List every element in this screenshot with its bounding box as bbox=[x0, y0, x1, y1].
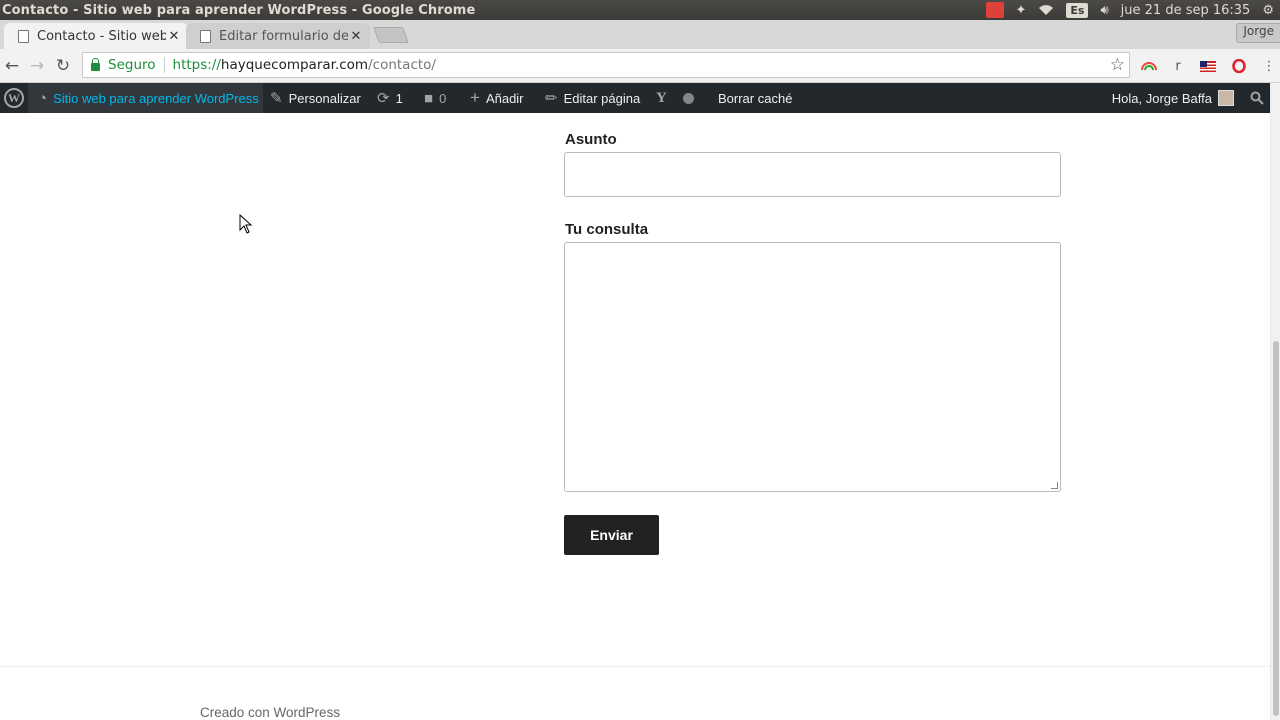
reload-icon[interactable]: ↻ bbox=[52, 55, 74, 77]
greeting: Hola, Jorge Baffa bbox=[1111, 90, 1212, 106]
tab-title: Editar formulario de contacto bbox=[219, 28, 348, 44]
wp-admin-bar: W ◔ Sitio web para aprender WordPress ✎ … bbox=[0, 83, 1270, 113]
security-label[interactable]: Seguro bbox=[108, 57, 156, 73]
message-textarea[interactable] bbox=[564, 242, 1061, 492]
forward-arrow-icon[interactable]: → bbox=[26, 55, 48, 77]
edit-page-link[interactable]: ✏ Editar página bbox=[545, 83, 640, 113]
site-name-link[interactable]: ◔ Sitio web para aprender WordPress bbox=[28, 83, 263, 113]
resize-handle-icon[interactable] bbox=[1051, 482, 1058, 489]
my-account-link[interactable]: Hola, Jorge Baffa bbox=[1112, 83, 1234, 113]
tab-contacto[interactable]: Contacto - Sitio web para aprender WordP… bbox=[4, 23, 188, 49]
yoast-seo-icon[interactable]: Y bbox=[656, 83, 673, 113]
subject-label: Asunto bbox=[565, 131, 617, 148]
volume-icon[interactable]: 🔊︎ bbox=[1094, 0, 1114, 20]
clock[interactable]: jue 21 de sep 16:35 bbox=[1115, 0, 1257, 20]
new-tab-button[interactable] bbox=[373, 27, 409, 43]
updates-icon: ⟳ bbox=[377, 90, 390, 107]
seo-status-dot-icon bbox=[683, 83, 694, 113]
window-title: Contacto - Sitio web para aprender WordP… bbox=[2, 2, 476, 18]
back-arrow-icon[interactable]: ← bbox=[1, 55, 23, 77]
settings-gear-icon[interactable]: ⚙ bbox=[1256, 0, 1280, 20]
avatar bbox=[1218, 90, 1234, 106]
wordpress-logo-icon[interactable]: W bbox=[0, 83, 28, 113]
clear-cache-link[interactable]: Borrar caché bbox=[718, 83, 792, 113]
comments-count: 0 bbox=[439, 90, 447, 106]
rainbow-extension-icon[interactable] bbox=[1140, 57, 1158, 75]
browser-toolbar: ← → ↻ Seguro https:// hayquecomparar.com… bbox=[0, 49, 1280, 83]
subject-input[interactable] bbox=[564, 152, 1061, 197]
footer-divider bbox=[0, 666, 1270, 667]
customize-link[interactable]: ✎ Personalizar bbox=[270, 83, 361, 113]
page-favicon-icon bbox=[200, 29, 211, 43]
lock-icon bbox=[91, 57, 100, 71]
message-label: Tu consulta bbox=[565, 221, 649, 238]
dashboard-gauge-icon: ◔ bbox=[38, 89, 48, 107]
brush-icon: ✎ bbox=[270, 90, 283, 107]
url-path: /contacto/ bbox=[368, 57, 436, 73]
system-tray: ✦ Es 🔊︎ jue 21 de sep 16:35 ⚙ bbox=[980, 0, 1280, 20]
pencil-icon: ✏ bbox=[545, 90, 558, 107]
url-host: hayquecomparar.com bbox=[220, 57, 369, 73]
updates-link[interactable]: ⟳ 1 bbox=[377, 83, 403, 113]
scrollbar-thumb[interactable] bbox=[1273, 341, 1279, 716]
tab-close-icon[interactable]: ✕ bbox=[348, 29, 364, 44]
tab-editar-formulario[interactable]: Editar formulario de contacto ✕ bbox=[186, 23, 370, 49]
search-icon[interactable] bbox=[1250, 83, 1264, 113]
os-title-bar: Contacto - Sitio web para aprender WordP… bbox=[0, 0, 1280, 20]
tab-close-icon[interactable]: ✕ bbox=[166, 29, 182, 44]
updates-count: 1 bbox=[395, 90, 403, 106]
bookmark-star-icon[interactable]: ☆ bbox=[1110, 55, 1125, 75]
tab-strip: Contacto - Sitio web para aprender WordP… bbox=[0, 20, 1280, 49]
keyboard-language-indicator[interactable]: Es bbox=[1060, 0, 1094, 20]
opera-extension-icon[interactable] bbox=[1230, 57, 1248, 75]
url-scheme: https:// bbox=[172, 57, 221, 73]
page-favicon-icon bbox=[18, 29, 29, 43]
tab-title: Contacto - Sitio web para aprender WordP… bbox=[37, 28, 166, 44]
page-content: Asunto Tu consulta Enviar Creado con Wor… bbox=[0, 113, 1270, 720]
dropbox-icon[interactable]: ✦ bbox=[1010, 0, 1033, 20]
footer-credit-link[interactable]: Creado con WordPress bbox=[200, 705, 340, 720]
profile-button[interactable]: Jorge bbox=[1236, 23, 1280, 43]
site-name: Sitio web para aprender WordPress bbox=[53, 90, 259, 106]
wifi-icon[interactable] bbox=[1032, 0, 1060, 20]
submit-button[interactable]: Enviar bbox=[564, 515, 659, 555]
address-bar[interactable]: Seguro https:// hayquecomparar.com /cont… bbox=[82, 52, 1130, 78]
r-extension-icon[interactable]: r bbox=[1170, 57, 1186, 75]
comments-link[interactable]: ■ 0 bbox=[424, 83, 446, 113]
indicator-red-icon[interactable] bbox=[985, 2, 1004, 18]
page-scrollbar[interactable] bbox=[1270, 83, 1280, 720]
us-flag-extension-icon[interactable] bbox=[1199, 57, 1217, 75]
comment-bubble-icon: ■ bbox=[424, 89, 434, 107]
plus-icon: + bbox=[470, 88, 480, 107]
add-new-link[interactable]: + Añadir bbox=[470, 83, 524, 113]
chrome-menu-icon[interactable]: ⋮ bbox=[1262, 57, 1276, 75]
